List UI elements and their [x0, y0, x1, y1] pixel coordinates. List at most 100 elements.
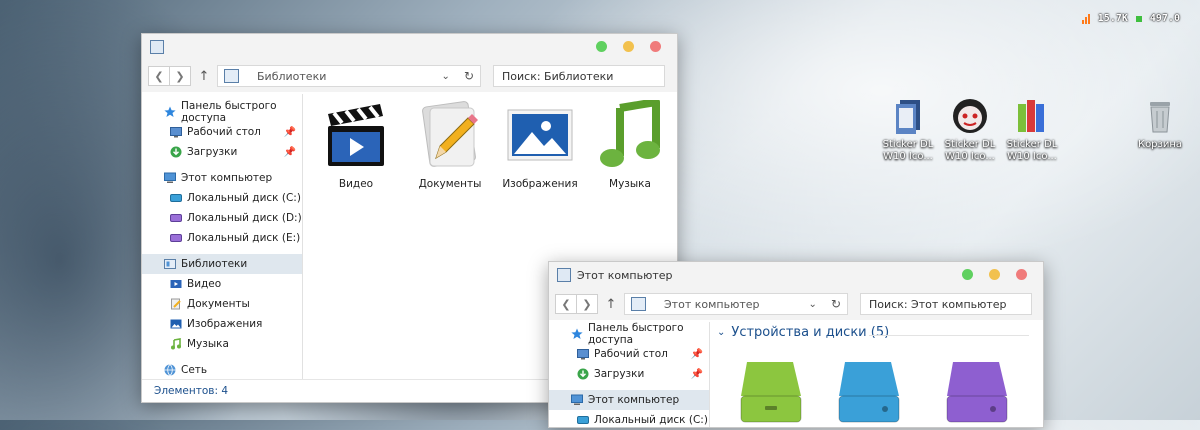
library-tile-images[interactable]: Изображения	[498, 100, 582, 190]
sidebar-item-label: Сеть	[181, 364, 208, 376]
drive-tile-e[interactable]	[941, 356, 1013, 426]
desktop-icon-label: Корзина	[1137, 139, 1183, 150]
library-tile-label: Документы	[418, 178, 482, 190]
item-count: Элементов: 4	[154, 385, 229, 397]
forward-button[interactable]: ❯	[577, 294, 598, 314]
drive-icon	[170, 212, 182, 224]
sidebar-item-label: Изображения	[187, 318, 263, 330]
pin-icon[interactable]: 📌	[691, 349, 703, 360]
title-bar[interactable]: Этот компьютер	[549, 262, 1043, 288]
address-bar[interactable]: Библиотеки ⌄ ↻	[217, 65, 481, 87]
drive-tile-d[interactable]	[833, 356, 905, 426]
desktop-icon-sticker-2[interactable]: Sticker DL W10 Ico...	[938, 96, 1002, 163]
sidebar-item-quick-access[interactable]: Панель быстрого доступа	[549, 322, 709, 346]
library-tile-music[interactable]: Музыка	[588, 98, 672, 190]
sidebar-item-label: Загрузки	[187, 146, 238, 158]
search-input[interactable]: Поиск: Библиотеки	[493, 65, 665, 87]
navigation-pane: Панель быстрого доступа Рабочий стол 📌 З…	[142, 94, 302, 380]
sidebar-item-label: Этот компьютер	[588, 394, 680, 406]
music-icon	[170, 338, 182, 350]
sidebar-item-downloads[interactable]: Загрузки 📌	[549, 364, 709, 384]
sidebar-item-music[interactable]: Музыка	[142, 334, 302, 354]
forward-button[interactable]: ❯	[170, 66, 191, 86]
back-button[interactable]: ❮	[555, 294, 577, 314]
refresh-icon[interactable]: ↻	[831, 297, 841, 311]
desktop-icon-recycle-bin[interactable]: Корзина	[1128, 96, 1192, 151]
pane-divider[interactable]	[302, 94, 303, 380]
pane-divider[interactable]	[709, 322, 710, 427]
sidebar-item-quick-access[interactable]: Панель быстрого доступа	[142, 100, 302, 124]
sidebar-item-downloads[interactable]: Загрузки 📌	[142, 142, 302, 162]
navigation-pane: Панель быстрого доступа Рабочий стол 📌 З…	[549, 322, 709, 427]
navigation-toolbar: ❮ ❯ ↑ Этот компьютер ⌄ ↻ Поиск: Этот ком…	[549, 288, 1043, 320]
chevron-down-icon: ⌄	[717, 327, 726, 338]
arrow-up-icon: ↑	[198, 68, 210, 84]
computer-icon	[164, 172, 176, 184]
sidebar-item-label: Видео	[187, 278, 222, 290]
maximize-button[interactable]	[596, 41, 607, 52]
sidebar-item-this-pc[interactable]: Этот компьютер	[142, 168, 302, 188]
maximize-button[interactable]	[962, 269, 973, 280]
network-icon	[164, 364, 176, 376]
chevron-down-icon[interactable]: ⌄	[442, 71, 450, 82]
search-placeholder: Поиск: Этот компьютер	[869, 297, 1007, 311]
sidebar-item-desktop[interactable]: Рабочий стол 📌	[142, 122, 302, 142]
arrow-up-icon: ↑	[605, 296, 617, 312]
minimize-button[interactable]	[989, 269, 1000, 280]
download-icon	[170, 146, 182, 158]
sidebar-item-label: Рабочий стол	[187, 126, 261, 138]
address-bar[interactable]: Этот компьютер ⌄ ↻	[624, 293, 848, 315]
folder-stack-icon	[888, 96, 928, 136]
search-input[interactable]: Поиск: Этот компьютер	[860, 293, 1032, 315]
pin-icon[interactable]: 📌	[284, 127, 296, 138]
sidebar-item-label: Рабочий стол	[594, 348, 668, 360]
pin-icon[interactable]: 📌	[284, 147, 296, 158]
address-text: Этот компьютер	[664, 297, 760, 311]
desktop-icon-sticker-1[interactable]: Sticker DL W10 Ico...	[876, 96, 940, 163]
library-icon	[150, 40, 164, 54]
title-bar[interactable]	[142, 34, 677, 60]
sidebar-item-disk-e[interactable]: Локальный диск (E:)	[142, 228, 302, 248]
sidebar-item-images[interactable]: Изображения	[142, 314, 302, 334]
sidebar-item-label: Документы	[187, 298, 250, 310]
download-icon	[577, 368, 589, 380]
pin-icon[interactable]: 📌	[691, 369, 703, 380]
clapperboard-icon	[320, 100, 392, 172]
document-icon	[170, 298, 182, 310]
section-header-devices[interactable]: ⌄ Устройства и диски (5)	[717, 325, 889, 340]
close-button[interactable]	[650, 41, 661, 52]
search-placeholder: Поиск: Библиотеки	[502, 69, 614, 83]
library-tile-documents[interactable]: Документы	[408, 100, 492, 190]
close-button[interactable]	[1016, 269, 1027, 280]
drive-tile-c[interactable]	[735, 356, 807, 426]
sidebar-item-video[interactable]: Видео	[142, 274, 302, 294]
sidebar-item-disk-d[interactable]: Локальный диск (D:)	[142, 208, 302, 228]
sidebar-item-libraries[interactable]: Библиотеки	[142, 254, 302, 274]
sidebar-item-network[interactable]: Сеть	[142, 360, 302, 380]
desktop-icon-sticker-3[interactable]: Sticker DL W10 Ico...	[1000, 96, 1064, 163]
computer-icon	[557, 268, 571, 282]
back-button[interactable]: ❮	[148, 66, 170, 86]
upload-speed: 15.7K	[1097, 13, 1128, 24]
chevron-right-icon: ❯	[175, 69, 185, 83]
network-speed-icon	[1081, 13, 1090, 24]
sidebar-item-disk-c[interactable]: Локальный диск (C:)	[142, 188, 302, 208]
section-divider	[869, 335, 1029, 336]
sidebar-item-label: Панель быстрого доступа	[588, 322, 684, 346]
sidebar-item-disk-c[interactable]: Локальный диск (C:)	[549, 410, 709, 430]
library-icon	[224, 69, 239, 83]
library-tile-video[interactable]: Видео	[314, 100, 398, 190]
sidebar-item-this-pc[interactable]: Этот компьютер	[549, 390, 709, 410]
sidebar-item-desktop[interactable]: Рабочий стол 📌	[549, 344, 709, 364]
desktop-icon-label: Sticker DL W10 Ico...	[882, 139, 934, 162]
refresh-icon[interactable]: ↻	[464, 69, 474, 83]
computer-icon	[631, 297, 646, 311]
computer-icon	[571, 394, 583, 406]
up-button[interactable]: ↑	[195, 69, 213, 84]
music-note-icon	[594, 98, 666, 172]
sidebar-item-documents[interactable]: Документы	[142, 294, 302, 314]
pencil-paper-icon	[414, 100, 486, 172]
up-button[interactable]: ↑	[602, 297, 620, 312]
minimize-button[interactable]	[623, 41, 634, 52]
chevron-down-icon[interactable]: ⌄	[809, 299, 817, 310]
